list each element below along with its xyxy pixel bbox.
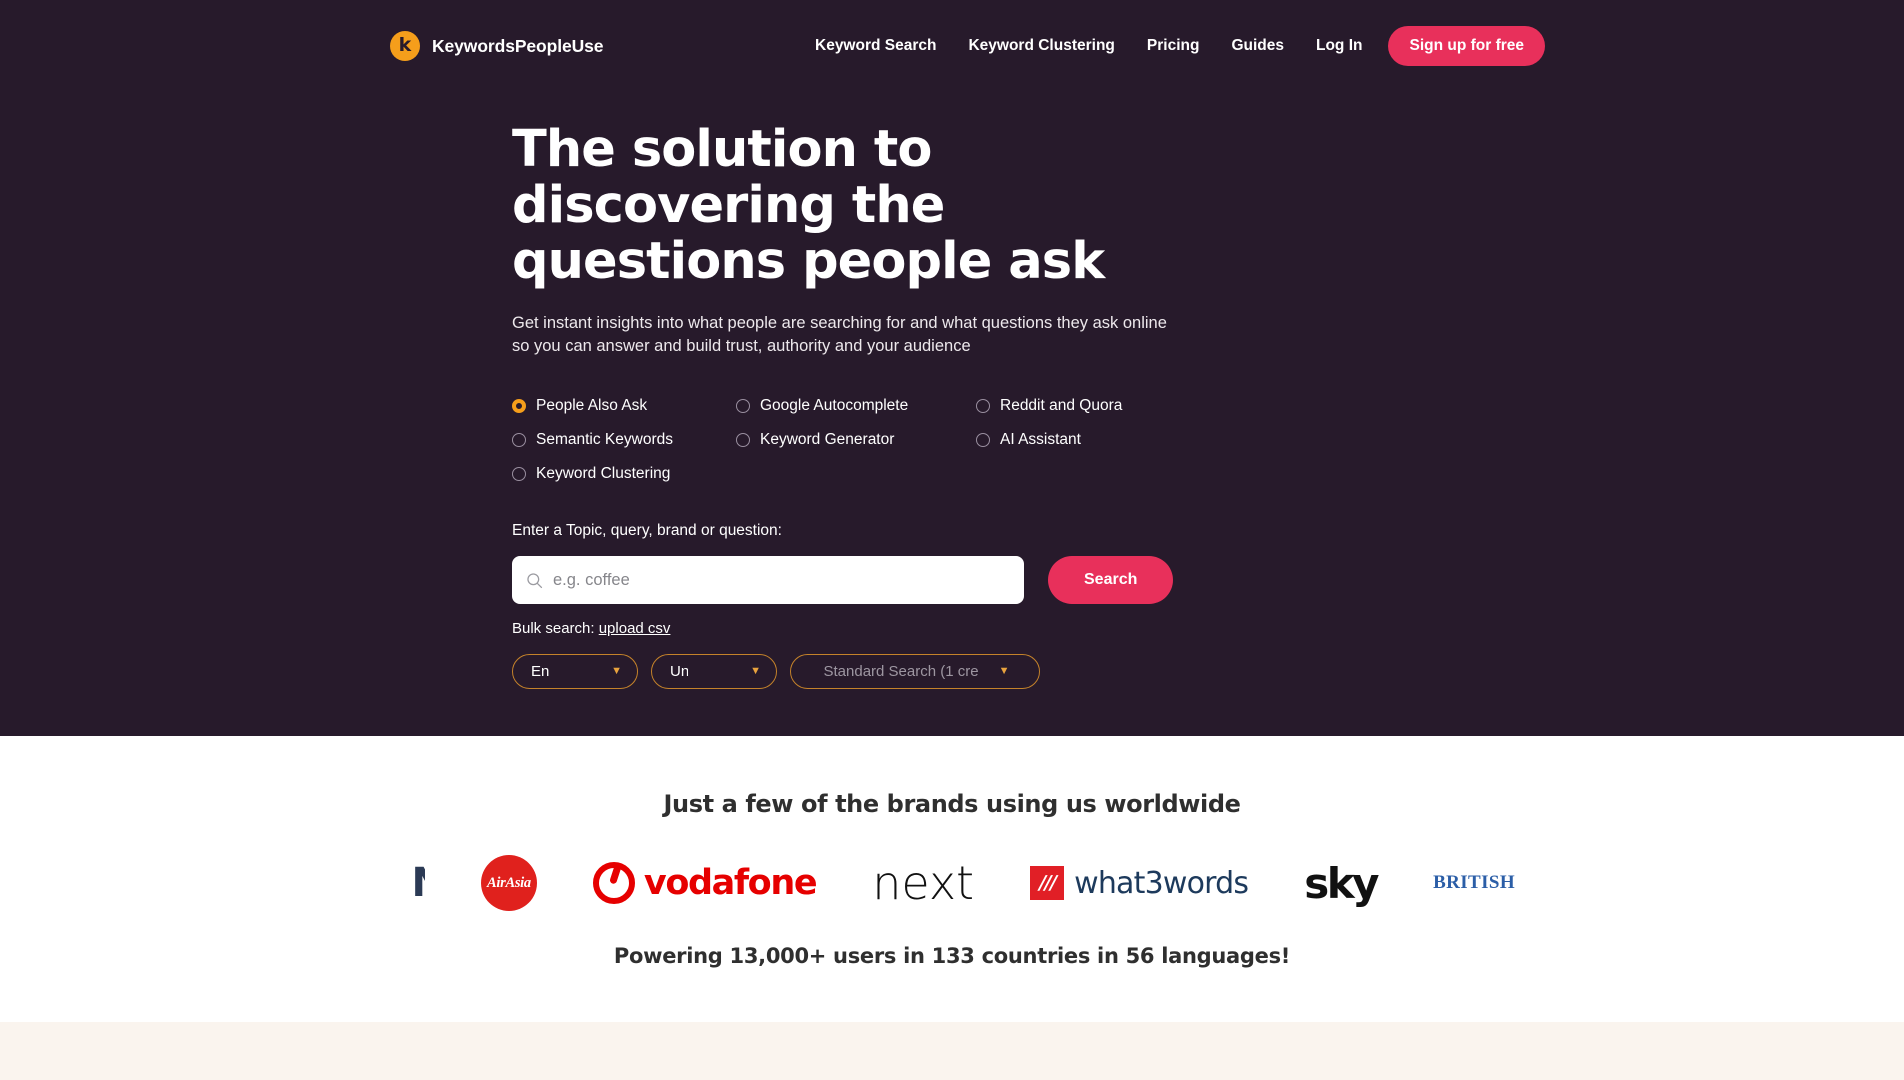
radio-ai-assistant[interactable]: AI Assistant <box>976 428 1132 452</box>
vodafone-mark-icon <box>592 862 635 904</box>
page-title: The solution to discovering the question… <box>512 120 1105 291</box>
radio-dot-icon <box>512 467 526 481</box>
airasia-logo-text: AirAsia <box>480 855 537 911</box>
what3words-mark-glyph: /// <box>1036 872 1058 894</box>
radio-dot-icon <box>736 433 750 447</box>
bulk-search-row: Bulk search: upload csv <box>512 620 1272 637</box>
airasia-logo: AirAsia <box>480 855 537 911</box>
radio-label: Keyword Generator <box>760 431 895 448</box>
search-filters: English ▼ United States ▼ Standard Searc… <box>512 654 1272 689</box>
sky-logo: sky <box>1304 858 1379 908</box>
search-type-select-value: Standard Search (1 cre <box>823 663 979 680</box>
search-input-wrapper[interactable] <box>512 556 1024 604</box>
search-type-select[interactable]: Standard Search (1 cre ▼ <box>790 654 1040 689</box>
british-logo: BRITISH <box>1433 872 1515 894</box>
top-navigation: k KeywordsPeopleUse Keyword Search Keywo… <box>0 0 1904 92</box>
radio-label: People Also Ask <box>536 397 648 414</box>
chevron-down-icon: ▼ <box>998 665 1010 677</box>
country-select[interactable]: United States ▼ <box>651 654 777 689</box>
partial-logo-text: N <box>411 860 424 906</box>
powering-stats: Powering 13,000+ users in 133 countries … <box>613 944 1291 968</box>
bulk-search-label: Bulk search: <box>512 620 595 637</box>
upload-csv-link[interactable]: upload csv <box>599 620 671 637</box>
sign-up-button[interactable]: Sign up for free <box>1388 26 1546 66</box>
radio-label: Google Autocomplete <box>760 397 909 414</box>
nav-links: Keyword Search Keyword Clustering Pricin… <box>815 26 1546 66</box>
next-logo-text: next <box>872 856 975 910</box>
brand-logo-link[interactable]: k KeywordsPeopleUse <box>390 31 604 61</box>
what3words-mark-icon: /// <box>1030 866 1065 900</box>
brand-name: KeywordsPeopleUse <box>432 35 604 56</box>
radio-label: AI Assistant <box>1000 431 1081 448</box>
nav-link-pricing[interactable]: Pricing <box>1147 31 1200 61</box>
search-icon <box>526 572 543 589</box>
country-select-value: United States <box>670 663 688 680</box>
language-select-value: English <box>531 663 550 680</box>
vodafone-logo-text: vodafone <box>643 863 818 903</box>
sky-logo-text: sky <box>1304 858 1379 908</box>
radio-label: Keyword Clustering <box>536 465 671 482</box>
nav-link-guides[interactable]: Guides <box>1231 31 1284 61</box>
what3words-logo-text: what3words <box>1074 865 1249 901</box>
radio-dot-icon <box>512 433 526 447</box>
brand-mark-glyph: k <box>398 33 412 56</box>
radio-google-autocomplete[interactable]: Google Autocomplete <box>736 394 976 418</box>
radio-semantic-keywords[interactable]: Semantic Keywords <box>512 428 736 452</box>
search-mode-radio-group: People Also Ask Google Autocomplete Redd… <box>512 394 1132 486</box>
nav-link-keyword-search[interactable]: Keyword Search <box>815 31 936 61</box>
radio-dot-icon <box>512 399 526 413</box>
radio-people-also-ask[interactable]: People Also Ask <box>512 394 736 418</box>
brand-logo-row: N AirAsia vodafone next /// what3words s… <box>0 841 1904 925</box>
search-input[interactable] <box>553 570 1010 590</box>
nav-link-keyword-clustering[interactable]: Keyword Clustering <box>968 31 1114 61</box>
brands-section: Just a few of the brands using us worldw… <box>0 736 1904 1022</box>
what3words-logo: /// what3words <box>1030 865 1249 901</box>
chevron-down-icon: ▼ <box>611 665 622 677</box>
language-select[interactable]: English ▼ <box>512 654 638 689</box>
next-logo: next <box>872 856 974 910</box>
radio-keyword-clustering[interactable]: Keyword Clustering <box>512 462 736 486</box>
radio-label: Semantic Keywords <box>536 431 673 448</box>
search-row: Search <box>512 556 1272 604</box>
partial-logo: N <box>389 853 424 913</box>
radio-dot-icon <box>976 433 990 447</box>
nav-link-log-in[interactable]: Log In <box>1316 31 1363 61</box>
brand-mark-icon: k <box>390 31 420 61</box>
radio-label: Reddit and Quora <box>1000 397 1123 414</box>
search-field-label: Enter a Topic, query, brand or question: <box>512 522 782 539</box>
radio-dot-icon <box>736 399 750 413</box>
hero-section: k KeywordsPeopleUse Keyword Search Keywo… <box>0 0 1904 736</box>
radio-dot-icon <box>976 399 990 413</box>
vodafone-logo: vodafone <box>592 862 818 904</box>
chevron-down-icon: ▼ <box>750 665 761 677</box>
hero-subheading: Get instant insights into what people ar… <box>512 314 1167 355</box>
hero-content: The solution to discovering the question… <box>512 122 1272 689</box>
british-logo-text: BRITISH <box>1433 872 1516 893</box>
radio-reddit-and-quora[interactable]: Reddit and Quora <box>976 394 1132 418</box>
search-button[interactable]: Search <box>1048 556 1174 604</box>
radio-keyword-generator[interactable]: Keyword Generator <box>736 428 976 452</box>
brands-title: Just a few of the brands using us worldw… <box>663 790 1241 818</box>
bottom-strip <box>0 1022 1904 1080</box>
